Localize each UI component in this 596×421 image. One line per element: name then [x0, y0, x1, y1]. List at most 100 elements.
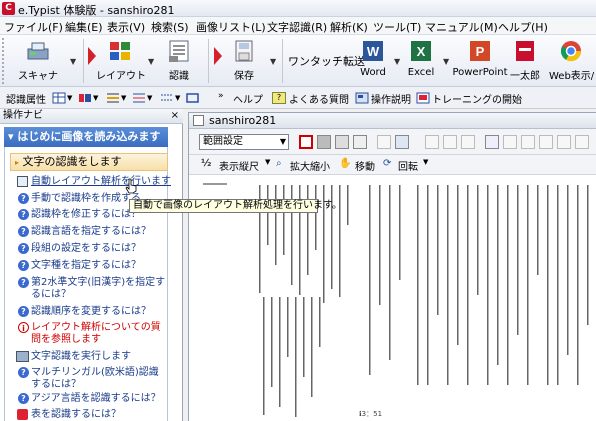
help-bullet-icon: ? — [18, 367, 29, 378]
recognition-attribute-label: 認識属性 — [6, 95, 46, 106]
zoom-icon: ⌕ — [276, 158, 282, 169]
document-window: sanshiro281 範囲設定 ▼ ½ 表示縦尺 ▼ ⌕ 拡大縮小 ✋ 移動 … — [188, 112, 596, 421]
nav-column-link[interactable]: ? 段組の設定をするには？ — [18, 243, 186, 255]
menu-edit[interactable]: 編集(E) — [65, 19, 103, 35]
training-link[interactable]: トレーニングの開始 — [432, 91, 522, 106]
menu-search[interactable]: 検索(S) — [151, 19, 189, 35]
document-toolbar: 範囲設定 ▼ — [189, 129, 596, 155]
hand-cursor-icon — [125, 178, 137, 194]
attribute-toolbar: 認識属性 ▼ ▼ ▼ ▼ ▼ » ヘルプ ? よくある質問 操作説明 トレーニン… — [0, 87, 596, 109]
frame-tool-icon[interactable] — [335, 135, 349, 149]
text-color-icon[interactable] — [78, 92, 92, 104]
menu-analysis[interactable]: 解析(K) — [330, 19, 368, 35]
nav-multilingual-link[interactable]: ? マルチリンガル(欧米語)認識するには？ — [18, 367, 166, 391]
frame-icon[interactable] — [186, 92, 200, 104]
run-recognition-icon — [16, 351, 29, 362]
nav-layout-faq-link[interactable]: i レイアウト解析についての質問を参照します — [18, 322, 166, 346]
merge-tool-icon[interactable] — [461, 135, 475, 149]
table-format-icon[interactable] — [52, 92, 66, 104]
powerpoint-button[interactable]: P PowerPoint — [452, 37, 508, 85]
auto-layout-tooltip: 自動で画像のレイアウト解析処理を行います。 — [129, 199, 342, 213]
copy-tool-icon[interactable] — [377, 135, 391, 149]
excel-dropdown-icon[interactable]: ▼ — [443, 57, 449, 66]
close-icon[interactable]: × — [171, 109, 179, 123]
save-button[interactable]: 保存 — [222, 37, 266, 85]
link-tool-icon[interactable] — [425, 135, 439, 149]
manual-link[interactable]: 操作説明 — [371, 91, 411, 106]
web-view-button[interactable]: Web表示/ — [546, 37, 596, 85]
nav-charset-link[interactable]: ? 文字種を指定するには？ — [18, 260, 186, 272]
nav-order-link[interactable]: ? 認識順序を変更するには？ — [18, 306, 186, 318]
scanner-dropdown-icon[interactable]: ▼ — [70, 57, 76, 66]
operation-navigator-panel: 操作ナビ × ▾ はじめに画像を読み込みます ▸ 文字の認識をします 自動レイア… — [0, 109, 183, 421]
window-title: e.Typist 体験版 - sanshiro281 — [18, 4, 175, 17]
help-bullet-icon: ? — [18, 193, 29, 204]
list-format-icon[interactable] — [132, 92, 146, 104]
paste-tool-icon[interactable] — [575, 135, 589, 149]
image-tool-icon[interactable] — [395, 135, 409, 149]
grid-tool-icon[interactable] — [353, 135, 367, 149]
help-link[interactable]: ヘルプ — [233, 91, 263, 106]
nav-second-level-kanji-link[interactable]: ? 第2水準文字(旧漢字)を指定するには？ — [18, 277, 166, 301]
word-dropdown-icon[interactable]: ▼ — [394, 57, 400, 66]
faq-icon: ? — [272, 92, 286, 104]
align-icon[interactable] — [106, 92, 120, 104]
nav-language-link[interactable]: ? 認識言語を指定するには？ — [18, 226, 186, 238]
help-bullet-icon: ? — [18, 243, 29, 254]
menu-tools[interactable]: ツール(T) — [373, 19, 421, 35]
excel-button[interactable]: X Excel — [402, 37, 440, 85]
hand-move-icon: ✋ — [339, 158, 352, 169]
nav-table-link[interactable]: 表を認識するには？ — [17, 409, 186, 421]
fill-frame-tool-icon[interactable] — [317, 135, 331, 149]
vertical-scale-button[interactable]: 表示縦尺 — [219, 158, 259, 173]
chevron-down-icon: ▼ — [279, 137, 286, 146]
menu-image-list[interactable]: 画像リスト(L) — [196, 19, 266, 35]
nav-asian-language-link[interactable]: ? アジア言語を認識するには？ — [18, 393, 186, 405]
menu-view[interactable]: 表示(V) — [107, 19, 145, 35]
rotate-icon: ⟳ — [383, 158, 392, 169]
menu-manual[interactable]: マニュアル(M) — [425, 19, 498, 35]
menu-file[interactable]: ファイル(F) — [4, 19, 63, 35]
arrow-icon — [214, 47, 222, 65]
layout-button[interactable]: レイアウト — [96, 37, 146, 85]
ichitaro-button[interactable]: 一太郎 — [508, 37, 542, 85]
word-button[interactable]: W Word — [354, 37, 392, 85]
align-tool-icon[interactable] — [557, 135, 571, 149]
help-bullet-icon: ? — [18, 393, 29, 404]
faq-link[interactable]: よくある質問 — [289, 91, 349, 106]
section-recognize-text[interactable]: ▸ 文字の認識をします — [10, 153, 168, 171]
nav-panel-header: 操作ナビ × — [0, 109, 183, 124]
help-bullet-icon: ? — [18, 277, 29, 288]
layout-dropdown-icon[interactable]: ▼ — [148, 57, 154, 66]
overflow-chevron-icon[interactable]: » — [218, 91, 224, 101]
font-size-tool-icon[interactable] — [521, 135, 535, 149]
recognize-button[interactable]: 認識 — [160, 37, 198, 85]
excel-icon: X — [409, 39, 433, 63]
title-bar: C e.Typist 体験版 - sanshiro281 — [0, 0, 596, 17]
move-button[interactable]: 移動 — [355, 158, 375, 173]
text-tool-icon[interactable] — [485, 135, 499, 149]
save-dropdown-icon[interactable]: ▼ — [270, 57, 276, 66]
zoom-button[interactable]: 拡大縮小 — [290, 158, 330, 173]
spacing-icon[interactable] — [160, 92, 174, 104]
section-load-image[interactable]: ▾ はじめに画像を読み込みます — [4, 127, 168, 147]
split-tool-icon[interactable] — [443, 135, 457, 149]
menu-help[interactable]: ヘルプ(H) — [498, 19, 548, 35]
mark-tool-icon[interactable] — [503, 135, 517, 149]
document-title: sanshiro281 — [209, 114, 277, 127]
range-setting-select[interactable]: 範囲設定 ▼ — [199, 134, 289, 150]
scanner-button[interactable]: スキャナ — [10, 37, 66, 85]
table-help-icon — [17, 409, 28, 420]
app-window: C e.Typist 体験版 - sanshiro281 ファイル(F) 編集(… — [0, 0, 596, 421]
select-frame-tool-icon[interactable] — [299, 135, 313, 149]
info-icon: i — [18, 322, 29, 333]
nav-run-recognition-link[interactable]: 文字認識を実行します — [16, 351, 186, 363]
svg-text:X: X — [417, 44, 426, 59]
view-toolbar: ½ 表示縦尺 ▼ ⌕ 拡大縮小 ✋ 移動 ⟳ 回転 ▼ — [189, 155, 596, 175]
rotate-button[interactable]: 回転 — [398, 158, 418, 173]
bold-tool-icon[interactable] — [539, 135, 553, 149]
nav-auto-layout-link[interactable]: 自動レイアウト解析を行います — [17, 176, 186, 188]
menu-recognition[interactable]: 文字認識(R) — [267, 19, 327, 35]
document-title-bar: sanshiro281 — [189, 113, 596, 129]
layout-icon — [108, 39, 132, 63]
